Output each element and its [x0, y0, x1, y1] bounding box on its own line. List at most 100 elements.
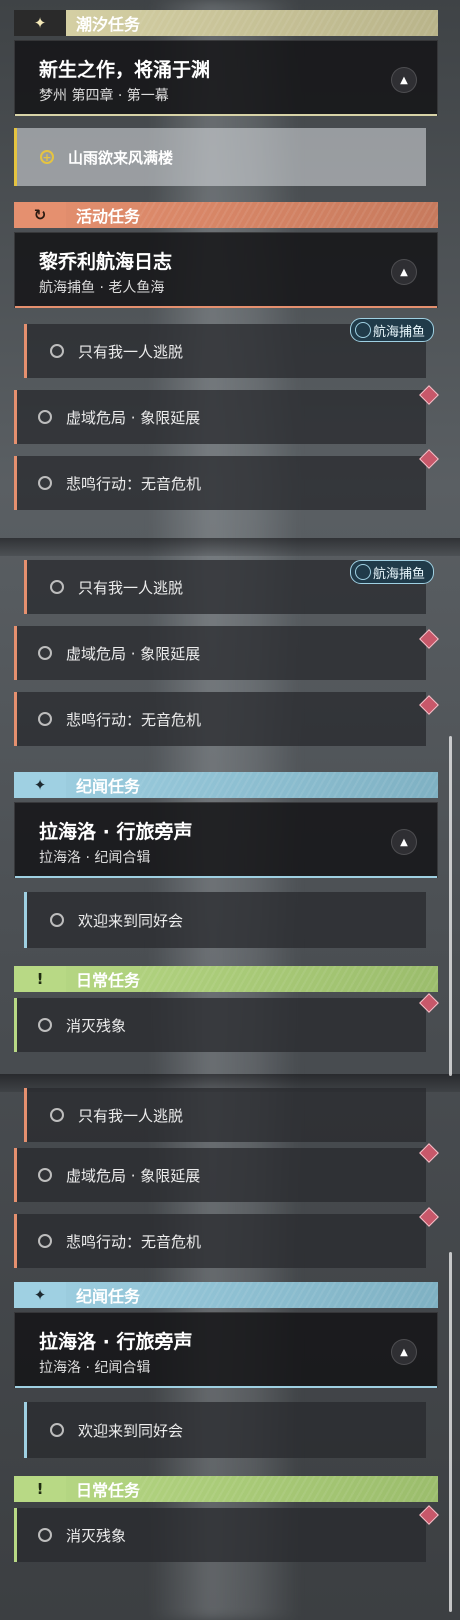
circle-icon — [50, 1108, 64, 1122]
quest-card-event[interactable]: 黎乔利航海日志 航海捕鱼 · 老人鱼海 ▲ — [14, 232, 438, 308]
scrollbar[interactable] — [449, 736, 452, 1076]
circle-icon — [38, 1168, 52, 1182]
quest-card-tide[interactable]: 新生之作，将涌于渊 梦州 第四章 · 第一幕 ▲ — [14, 40, 438, 116]
sparkle-icon: ✦ — [14, 772, 66, 798]
fishing-icon — [354, 322, 371, 338]
quest-subtitle: 拉海洛 · 纪闻合辑 — [39, 850, 151, 866]
quest-objective-current[interactable]: + 山雨欲来风满楼 — [14, 128, 426, 186]
objective-label: 只有我一人逃脱 — [78, 1106, 184, 1125]
objective-label: 只有我一人逃脱 — [78, 578, 184, 597]
quest-subtitle: 航海捕鱼 · 老人鱼海 — [39, 280, 165, 296]
collapse-up-icon[interactable]: ▲ — [391, 829, 417, 855]
category-title: 活动任务 — [76, 207, 141, 226]
segment-divider — [0, 538, 460, 556]
tag-label: 航海捕鱼 — [372, 324, 425, 340]
header-stripe — [140, 202, 438, 228]
quest-objective[interactable]: 欢迎来到同好会 — [24, 1402, 426, 1458]
row-accent-bar — [14, 626, 17, 680]
category-title: 潮汐任务 — [76, 15, 141, 34]
plus-circle-icon: + — [40, 150, 54, 164]
category-header-daily[interactable]: ! 日常任务 — [14, 1476, 438, 1502]
row-accent-bar — [14, 456, 17, 510]
quest-subtitle: 拉海洛 · 纪闻合辑 — [39, 1360, 151, 1376]
card-underline — [15, 114, 437, 116]
fishing-icon — [354, 564, 371, 580]
quest-title: 拉海洛 · 行旅旁声 — [39, 1331, 193, 1353]
card-underline — [15, 876, 437, 878]
row-accent-bar — [14, 1214, 17, 1268]
quest-card-lore[interactable]: 拉海洛 · 行旅旁声 拉海洛 · 纪闻合辑 ▲ — [14, 802, 438, 878]
objective-label: 悲鸣行动：无音危机 — [66, 1232, 202, 1251]
objective-label: 虚域危局 · 象限延展 — [66, 644, 201, 663]
quest-objective[interactable]: 虚域危局 · 象限延展 — [14, 390, 426, 444]
quest-objective[interactable]: 虚域危局 · 象限延展 — [14, 626, 426, 680]
category-title: 日常任务 — [76, 971, 141, 990]
circle-icon — [38, 1528, 52, 1542]
category-title: 纪闻任务 — [76, 777, 141, 796]
header-stripe — [140, 1282, 438, 1308]
quest-title: 新生之作，将涌于渊 — [39, 59, 211, 81]
circle-icon — [38, 646, 52, 660]
objective-label: 悲鸣行动：无音危机 — [66, 474, 202, 493]
row-accent-bar — [14, 998, 17, 1052]
collapse-up-icon[interactable]: ▲ — [391, 1339, 417, 1365]
row-accent-bar — [14, 1148, 17, 1202]
scrollbar[interactable] — [449, 1252, 452, 1612]
quest-title: 黎乔利航海日志 — [39, 251, 173, 273]
objective-label: 欢迎来到同好会 — [78, 911, 184, 930]
category-header-tide[interactable]: ✦ 潮汐任务 — [14, 10, 438, 36]
row-accent-bar — [24, 324, 27, 378]
category-title: 纪闻任务 — [76, 1287, 141, 1306]
quest-objective[interactable]: 消灭残象 — [14, 1508, 426, 1562]
objective-label: 虚域危局 · 象限延展 — [66, 1166, 201, 1185]
exclaim-icon: ! — [14, 966, 66, 992]
quest-card-lore[interactable]: 拉海洛 · 行旅旁声 拉海洛 · 纪闻合辑 ▲ — [14, 1312, 438, 1388]
objective-label: 虚域危局 · 象限延展 — [66, 408, 201, 427]
circle-icon — [38, 410, 52, 424]
header-stripe — [140, 10, 438, 36]
quest-panel-segment-3: 只有我一人逃脱 虚域危局 · 象限延展 悲鸣行动：无音危机 ✦ 纪闻任务 拉海洛… — [0, 1082, 460, 1620]
sparkle-icon: ✦ — [14, 10, 66, 36]
row-accent-bar — [24, 1088, 27, 1142]
category-header-daily[interactable]: ! 日常任务 — [14, 966, 438, 992]
sparkle-icon: ✦ — [14, 1282, 66, 1308]
collapse-up-icon[interactable]: ▲ — [391, 259, 417, 285]
quest-objective[interactable]: 悲鸣行动：无音危机 — [14, 456, 426, 510]
quest-objective[interactable]: 虚域危局 · 象限延展 — [14, 1148, 426, 1202]
row-accent-bar — [14, 128, 17, 186]
circle-icon — [38, 1234, 52, 1248]
header-stripe — [140, 772, 438, 798]
quest-objective[interactable]: 欢迎来到同好会 — [24, 892, 426, 948]
circle-icon — [50, 913, 64, 927]
circle-icon — [50, 1423, 64, 1437]
category-title: 日常任务 — [76, 1481, 141, 1500]
card-underline — [15, 306, 437, 308]
quest-objective[interactable]: 消灭残象 — [14, 998, 426, 1052]
quest-title: 拉海洛 · 行旅旁声 — [39, 821, 193, 843]
circle-icon — [38, 476, 52, 490]
quest-objective[interactable]: 悲鸣行动：无音危机 — [14, 1214, 426, 1268]
circle-icon — [38, 712, 52, 726]
circle-icon — [50, 344, 64, 358]
category-header-lore[interactable]: ✦ 纪闻任务 — [14, 772, 438, 798]
row-accent-bar — [14, 692, 17, 746]
exclaim-icon: ! — [14, 1476, 66, 1502]
objective-label: 消灭残象 — [66, 1016, 127, 1035]
objective-label: 悲鸣行动：无音危机 — [66, 710, 202, 729]
objective-label: 山雨欲来风满楼 — [68, 148, 174, 167]
row-accent-bar — [24, 1402, 27, 1458]
circle-icon — [50, 580, 64, 594]
event-tag-badge: 航海捕鱼 — [349, 560, 434, 584]
objective-label: 只有我一人逃脱 — [78, 342, 184, 361]
quest-objective[interactable]: 悲鸣行动：无音危机 — [14, 692, 426, 746]
category-header-lore[interactable]: ✦ 纪闻任务 — [14, 1282, 438, 1308]
quest-panel-segment-1: ✦ 潮汐任务 新生之作，将涌于渊 梦州 第四章 · 第一幕 ▲ + 山雨欲来风满… — [0, 0, 460, 540]
quest-objective[interactable]: 只有我一人逃脱 — [24, 1088, 426, 1142]
collapse-up-icon[interactable]: ▲ — [391, 67, 417, 93]
quest-panel-segment-2: 航海捕鱼 只有我一人逃脱 虚域危局 · 象限延展 悲鸣行动：无音危机 ✦ 纪闻任… — [0, 556, 460, 1080]
circle-icon — [38, 1018, 52, 1032]
header-stripe — [140, 966, 438, 992]
objective-label: 消灭残象 — [66, 1526, 127, 1545]
row-accent-bar — [14, 390, 17, 444]
category-header-event[interactable]: ↻ 活动任务 — [14, 202, 438, 228]
